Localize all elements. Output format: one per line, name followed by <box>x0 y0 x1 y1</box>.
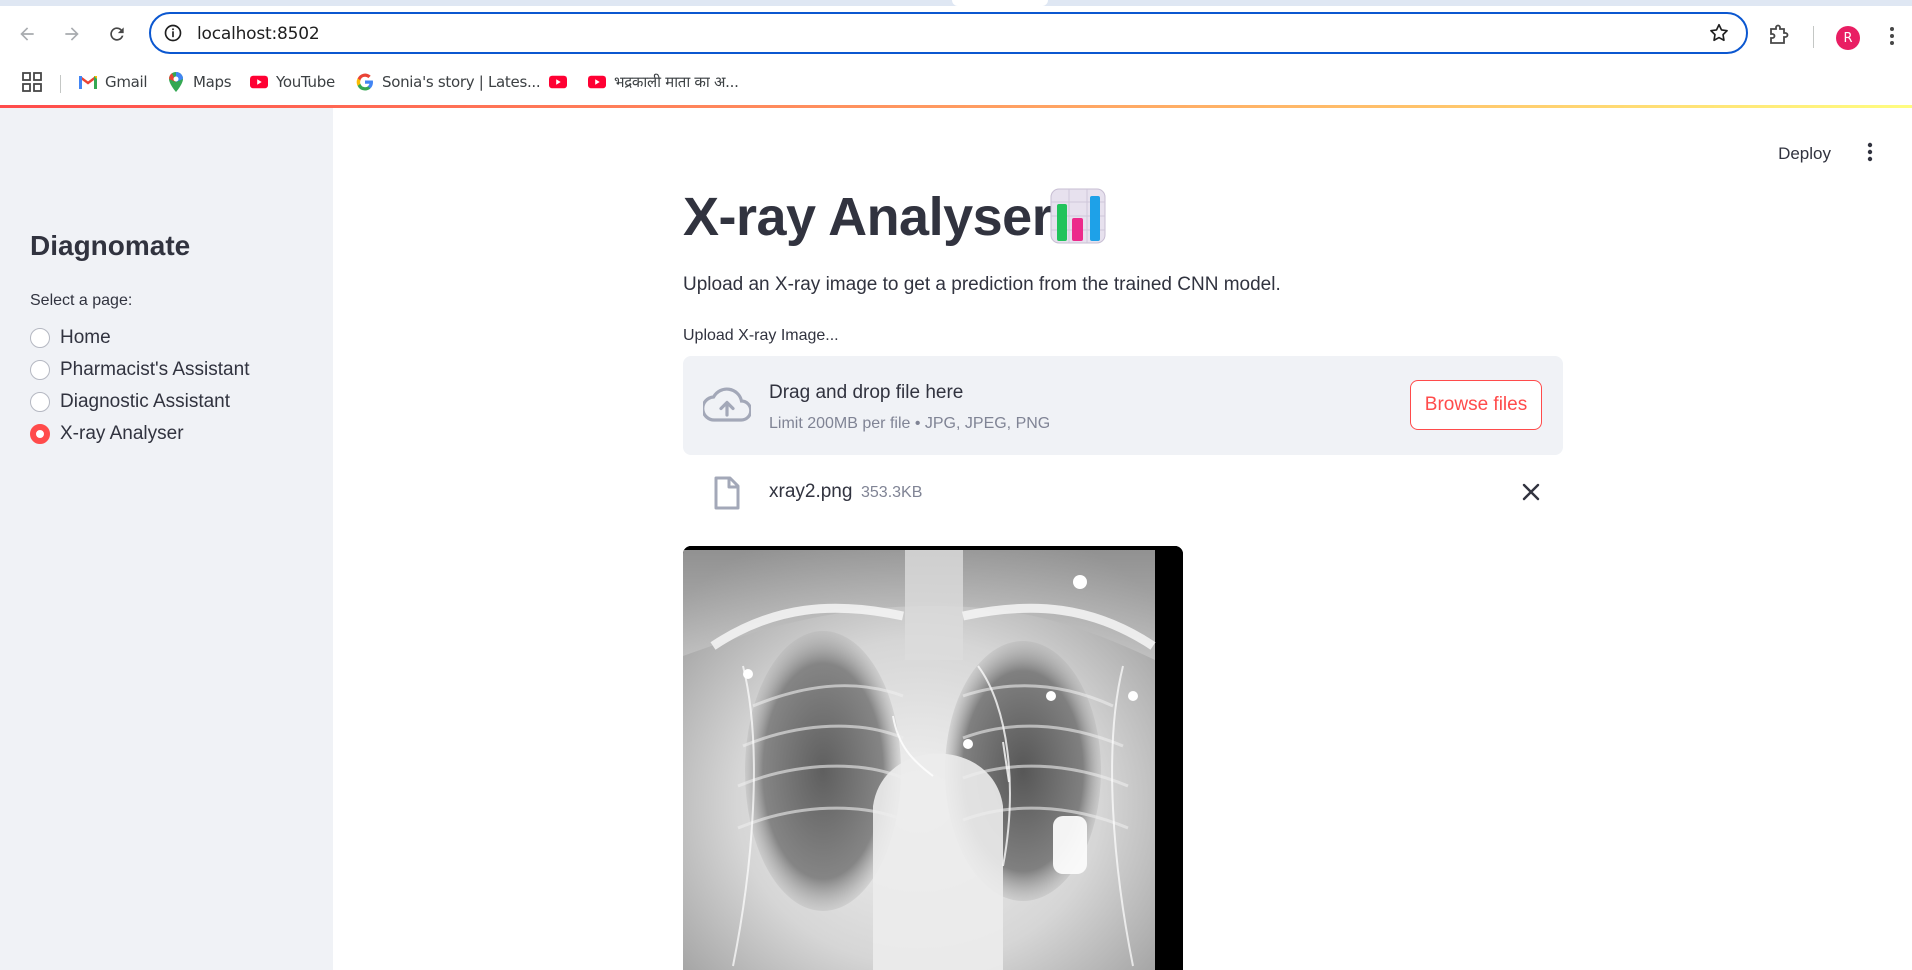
main-content: Deploy X-ray Analyser Upload an X-ray im… <box>333 108 1912 970</box>
page-select-label: Select a page: <box>30 292 133 309</box>
page-title: X-ray Analyser <box>683 187 1053 247</box>
radio-label: Home <box>60 327 111 348</box>
arrow-right-icon <box>65 27 79 41</box>
reload-icon <box>110 27 124 41</box>
bookmark-label: Maps <box>193 73 232 91</box>
apps-grid-icon <box>22 72 42 92</box>
page-radio-xray[interactable]: X-ray Analyser <box>30 421 184 447</box>
sidebar-title: Diagnomate <box>30 230 191 261</box>
bookmark-gmail[interactable]: Gmail <box>79 69 148 95</box>
chest-xray-image <box>683 546 1183 970</box>
browser-toolbar: localhost:8502 R <box>0 6 1912 61</box>
radio-circle[interactable] <box>30 392 50 412</box>
radio-label: X-ray Analyser <box>60 423 184 444</box>
bookmark-label: Sonia's story | Lates... <box>382 73 541 91</box>
toolbar-separator <box>1813 26 1814 48</box>
page-subtitle: Upload an X-ray image to get a predictio… <box>683 274 1281 295</box>
bookmark-star-icon[interactable] <box>1708 22 1730 44</box>
uploaded-file-name: xray2.png <box>769 481 853 502</box>
radio-label: Pharmacist's Assistant <box>60 359 250 380</box>
bookmark-google-story[interactable]: Sonia's story | Lates... <box>356 69 541 95</box>
cloud-upload-icon <box>703 387 751 422</box>
page-radio-pharmacist[interactable]: Pharmacist's Assistant <box>30 357 249 383</box>
browse-files-button[interactable]: Browse files <box>1410 380 1542 430</box>
forward-button[interactable] <box>54 16 90 52</box>
address-bar[interactable]: localhost:8502 <box>149 12 1748 54</box>
uploader-label: Upload X-ray Image... <box>683 327 839 344</box>
youtube-icon <box>588 73 606 91</box>
bookmark-label: YouTube <box>276 73 335 91</box>
sidebar: Diagnomate Select a page: Home Pharmacis… <box>0 108 333 970</box>
file-icon <box>714 476 740 510</box>
bookmark-youtube-3[interactable]: भद्रकाली माता का अ... <box>588 69 739 95</box>
close-icon[interactable] <box>1518 479 1544 505</box>
page-radio-diagnostic[interactable]: Diagnostic Assistant <box>30 389 230 415</box>
profile-avatar[interactable]: R <box>1836 26 1860 50</box>
radio-circle[interactable] <box>30 360 50 380</box>
page-radio-home[interactable]: Home <box>30 325 111 351</box>
bar-chart-emoji-icon <box>1050 188 1106 244</box>
dropzone-limit-text: Limit 200MB per file • JPG, JPEG, PNG <box>769 415 1051 432</box>
bookmark-maps[interactable]: Maps <box>167 69 232 95</box>
radio-label: Diagnostic Assistant <box>60 391 231 412</box>
file-dropzone[interactable]: Drag and drop file here Limit 200MB per … <box>683 356 1563 455</box>
radio-circle[interactable] <box>30 328 50 348</box>
maps-icon <box>167 72 185 92</box>
bookmarks-separator <box>60 75 61 93</box>
bookmarks-bar: Gmail Maps YouTube Sonia's story | Lates… <box>0 61 1912 105</box>
deploy-button[interactable]: Deploy <box>1770 140 1839 168</box>
xray-image-preview <box>683 546 1183 970</box>
apps-button[interactable] <box>22 69 42 95</box>
reload-button[interactable] <box>99 16 135 52</box>
uploaded-file-row: xray2.png 353.3KB <box>683 466 1563 518</box>
arrow-left-icon <box>20 27 34 41</box>
bookmark-youtube-2[interactable] <box>549 69 575 95</box>
app-menu-button[interactable] <box>1858 138 1882 166</box>
url-text[interactable]: localhost:8502 <box>197 24 320 44</box>
youtube-icon <box>549 73 567 91</box>
uploaded-file-size: 353.3KB <box>861 484 923 501</box>
extensions-icon[interactable] <box>1766 24 1790 48</box>
chrome-menu-icon[interactable] <box>1880 24 1904 48</box>
back-button[interactable] <box>9 16 45 52</box>
gmail-icon <box>79 73 97 91</box>
bookmark-label: Gmail <box>105 73 148 91</box>
bookmark-label: भद्रकाली माता का अ... <box>614 73 739 91</box>
radio-circle-selected[interactable] <box>30 424 50 444</box>
site-info-icon[interactable] <box>163 23 183 43</box>
bookmark-youtube[interactable]: YouTube <box>250 69 335 95</box>
more-vertical-icon <box>1867 142 1873 162</box>
youtube-icon <box>250 73 268 91</box>
google-icon <box>356 73 374 91</box>
dropzone-instructions: Drag and drop file here <box>769 382 964 403</box>
